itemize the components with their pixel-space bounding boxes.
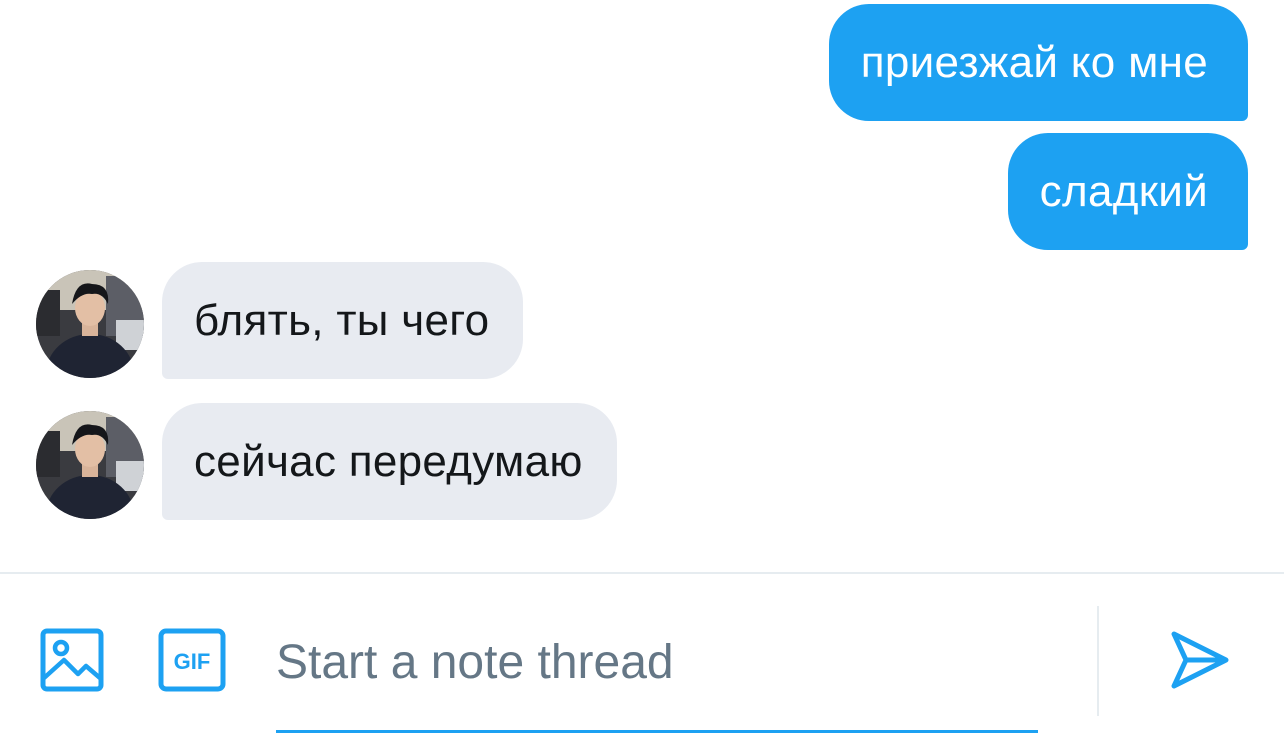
gif-icon[interactable]: GIF bbox=[158, 628, 226, 692]
avatar-photo bbox=[36, 411, 144, 519]
note-thread-field bbox=[276, 614, 1038, 734]
avatar-photo bbox=[36, 270, 144, 378]
message-text: сейчас передумаю bbox=[194, 436, 583, 486]
message-composer: GIF bbox=[0, 574, 1284, 748]
message-incoming[interactable]: блять, ты чего bbox=[162, 262, 524, 379]
input-underline bbox=[276, 730, 1038, 733]
message-text: сладкий bbox=[1039, 166, 1208, 216]
note-thread-input[interactable] bbox=[276, 622, 1038, 702]
message-outgoing[interactable]: сладкий bbox=[1007, 133, 1248, 250]
message-text: блять, ты чего bbox=[194, 295, 490, 345]
dm-conversation: приезжай ко мне сладкий блять, ты чего с… bbox=[0, 0, 1284, 748]
image-icon[interactable] bbox=[40, 628, 104, 692]
send-separator bbox=[1097, 606, 1099, 716]
send-icon[interactable] bbox=[1168, 628, 1232, 692]
message-incoming[interactable]: сейчас передумаю bbox=[162, 403, 617, 520]
message-text: приезжай ко мне bbox=[860, 37, 1208, 87]
avatar[interactable] bbox=[36, 270, 144, 378]
gif-label: GIF bbox=[174, 649, 211, 674]
avatar[interactable] bbox=[36, 411, 144, 519]
message-outgoing[interactable]: приезжай ко мне bbox=[828, 4, 1248, 121]
